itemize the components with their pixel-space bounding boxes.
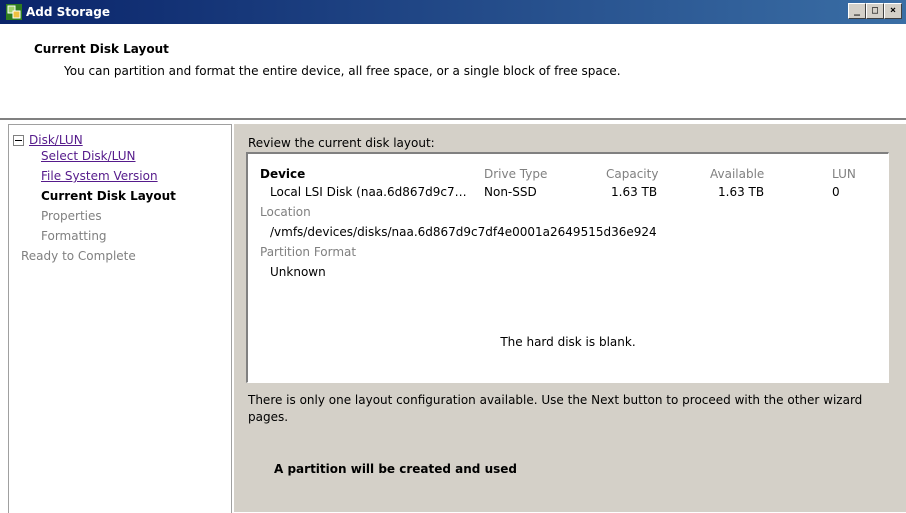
partition-format-value: Unknown bbox=[270, 265, 326, 279]
column-header-device: Device bbox=[260, 167, 306, 181]
wizard-header: Current Disk Layout You can partition an… bbox=[0, 24, 906, 118]
column-header-lun: LUN bbox=[832, 167, 856, 181]
minimize-icon: _ bbox=[853, 5, 861, 16]
title-bar[interactable]: Add Storage _ □ × bbox=[0, 0, 906, 24]
location-value: /vmfs/devices/disks/naa.6d867d9c7df4e000… bbox=[270, 225, 657, 239]
disk-layout-table: Device Drive Type Capacity Available LUN… bbox=[246, 152, 889, 383]
page-title: Current Disk Layout bbox=[34, 42, 169, 56]
blank-disk-message: The hard disk is blank. bbox=[500, 335, 636, 349]
nav-section-disk-lun[interactable]: Disk/LUN bbox=[29, 132, 83, 148]
header-divider bbox=[0, 118, 906, 121]
partition-format-label: Partition Format bbox=[260, 245, 357, 259]
collapse-icon[interactable] bbox=[13, 135, 24, 146]
device-name: Local LSI Disk (naa.6d867d9c7… bbox=[270, 185, 467, 199]
nav-item-current-disk-layout: Current Disk Layout bbox=[41, 189, 176, 203]
available-value: 1.63 TB bbox=[718, 185, 765, 199]
add-storage-icon bbox=[6, 4, 22, 20]
wizard-nav: Disk/LUN Select Disk/LUN File System Ver… bbox=[8, 124, 232, 513]
capacity-value: 1.63 TB bbox=[611, 185, 658, 199]
layout-info-text: There is only one layout configuration a… bbox=[248, 393, 863, 424]
page-description: You can partition and format the entire … bbox=[64, 64, 621, 78]
nav-item-formatting: Formatting bbox=[41, 229, 107, 243]
main-panel: Review the current disk layout: Device D… bbox=[234, 124, 906, 512]
location-label: Location bbox=[260, 205, 311, 219]
nav-item-file-system-version[interactable]: File System Version bbox=[41, 168, 158, 184]
close-icon: × bbox=[889, 5, 897, 16]
review-prompt: Review the current disk layout: bbox=[248, 136, 435, 150]
drive-type-value: Non-SSD bbox=[484, 185, 537, 199]
close-button[interactable]: × bbox=[884, 3, 902, 19]
column-header-available: Available bbox=[710, 167, 765, 181]
maximize-icon: □ bbox=[871, 5, 879, 16]
minimize-button[interactable]: _ bbox=[848, 3, 866, 19]
window-title: Add Storage bbox=[26, 5, 111, 19]
partition-message: A partition will be created and used bbox=[274, 462, 517, 476]
nav-item-ready-to-complete: Ready to Complete bbox=[21, 249, 136, 263]
maximize-button[interactable]: □ bbox=[866, 3, 884, 19]
column-header-capacity: Capacity bbox=[606, 167, 659, 181]
nav-item-select-disk-lun[interactable]: Select Disk/LUN bbox=[41, 148, 136, 164]
nav-item-properties: Properties bbox=[41, 209, 102, 223]
lun-value: 0 bbox=[832, 185, 840, 199]
column-header-drive-type: Drive Type bbox=[484, 167, 548, 181]
